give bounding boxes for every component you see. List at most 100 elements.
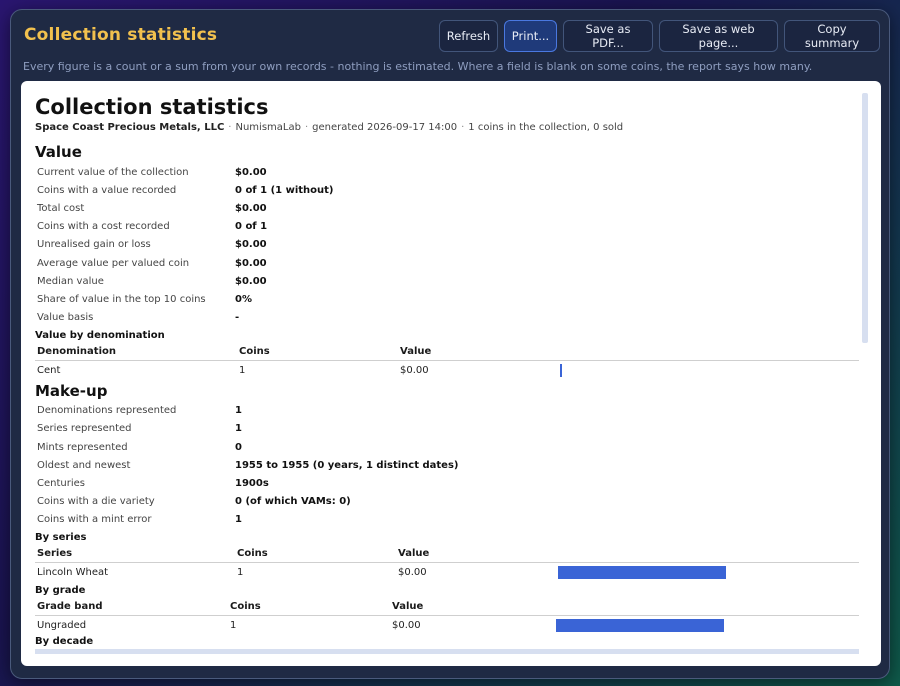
- makeup-section-title: Make-up: [35, 381, 108, 400]
- column-header: Series: [35, 545, 235, 563]
- cell-value: $0.00: [398, 567, 427, 578]
- print-button[interactable]: Print...: [504, 20, 557, 52]
- table-header-row: Denomination Coins Value: [35, 342, 859, 361]
- stat-value: 0%: [235, 293, 252, 305]
- stat-value: $0.00: [235, 257, 267, 269]
- stat-label: Mints represented: [37, 441, 128, 453]
- stat-row: Denominations represented 1: [35, 402, 859, 420]
- stat-row: Current value of the collection $0.00: [35, 163, 859, 181]
- save-web-page-button[interactable]: Save as web page...: [659, 20, 778, 52]
- report-view[interactable]: Collection statistics Space Coast Precio…: [21, 81, 881, 666]
- refresh-button[interactable]: Refresh: [439, 20, 498, 52]
- by-series-title: By series: [35, 532, 87, 543]
- cell-name: Ungraded: [37, 620, 87, 631]
- stat-row: Coins with a cost recorded 0 of 1: [35, 218, 859, 236]
- stat-row: Coins with a die variety 0 (of which VAMs…: [35, 493, 859, 511]
- stat-row: Coins with a mint error 1: [35, 511, 859, 529]
- value-stats-table: Current value of the collection $0.00 Coin…: [35, 163, 859, 327]
- column-header: Coins: [237, 342, 398, 361]
- cell-value: $0.00: [400, 364, 429, 376]
- stat-value: 0 of 1 (1 without): [235, 184, 334, 196]
- share-cell: [554, 616, 859, 636]
- by-denomination-title: Value by denomination: [35, 329, 165, 341]
- stat-value: 1955 to 1955 (0 years, 1 distinct dates): [235, 459, 459, 471]
- share-cell: [556, 563, 859, 583]
- stat-value: 0 (of which VAMs: 0): [235, 496, 351, 508]
- share-bar: [560, 363, 562, 377]
- value-section-title: Value: [35, 143, 82, 161]
- table-header-row: Series Coins Value: [35, 545, 859, 563]
- share-cell: [558, 360, 859, 380]
- stat-row: Series represented 1: [35, 420, 859, 438]
- stat-row: Average value per valued coin $0.00: [35, 254, 859, 272]
- horizontal-scrollbar[interactable]: [35, 649, 859, 654]
- stat-label: Coins with a mint error: [37, 514, 152, 526]
- stat-label: Unrealised gain or loss: [37, 239, 151, 251]
- stat-label: Total cost: [37, 202, 85, 214]
- cell-name: Cent: [37, 364, 61, 376]
- stat-label: Coins with a cost recorded: [37, 221, 170, 233]
- report-app: NumismaLab: [235, 122, 301, 133]
- report-generated: generated 2026-09-17 14:00: [312, 122, 458, 133]
- dialog-subtitle: Every figure is a count or a sum from yo…: [23, 60, 813, 73]
- share-bar: [558, 566, 726, 579]
- stat-label: Oldest and newest: [37, 459, 131, 471]
- table-row: Lincoln Wheat 1 $0.00: [35, 563, 859, 583]
- by-grade-table: Grade band Coins Value Ungraded 1 $0.00: [35, 598, 859, 635]
- vertical-scrollbar[interactable]: [862, 93, 868, 343]
- stat-row: Median value $0.00: [35, 272, 859, 290]
- report-content: Collection statistics Space Coast Precio…: [35, 95, 859, 647]
- stat-row: Share of value in the top 10 coins 0%: [35, 290, 859, 308]
- statistics-dialog: Collection statistics Refresh Print... S…: [10, 9, 890, 679]
- stat-row: Oldest and newest 1955 to 1955 (0 years, …: [35, 456, 859, 474]
- stat-label: Coins with a value recorded: [37, 184, 177, 196]
- stat-label: Value basis: [37, 312, 94, 324]
- stat-row: Centuries 1900s: [35, 474, 859, 492]
- stat-label: Coins with a die variety: [37, 496, 155, 508]
- cell-value: $0.00: [392, 620, 421, 631]
- table-header-row: Grade band Coins Value: [35, 598, 859, 616]
- column-header: Coins: [235, 545, 396, 563]
- column-header: Value: [396, 545, 556, 563]
- column-header: Value: [398, 342, 558, 361]
- stat-value: 1900s: [235, 478, 269, 490]
- by-denomination-table: Denomination Coins Value Cent 1 $0.00: [35, 342, 859, 380]
- stat-row: Unrealised gain or loss $0.00: [35, 236, 859, 254]
- dialog-title: Collection statistics: [24, 25, 218, 45]
- stat-label: Centuries: [37, 478, 85, 490]
- stat-row: Mints represented 0: [35, 438, 859, 456]
- stat-row: Coins with a value recorded 0 of 1 (1 wit…: [35, 181, 859, 199]
- table-row: Cent 1 $0.00: [35, 360, 859, 380]
- column-header: Denomination: [35, 342, 237, 361]
- stat-label: Median value: [37, 275, 104, 287]
- stat-label: Series represented: [37, 423, 132, 435]
- toolbar: Refresh Print... Save as PDF... Save as …: [439, 20, 880, 52]
- stat-value: 1: [235, 405, 242, 417]
- cell-coins: 1: [239, 364, 246, 376]
- stat-label: Share of value in the top 10 coins: [37, 293, 206, 305]
- stat-label: Denominations represented: [37, 405, 177, 417]
- stat-row: Value basis -: [35, 309, 859, 327]
- column-header: Grade band: [35, 598, 228, 616]
- stat-value: -: [235, 312, 240, 324]
- share-bar: [556, 619, 724, 632]
- by-series-table: Series Coins Value Lincoln Wheat 1 $0.00: [35, 545, 859, 582]
- stat-value: 0: [235, 441, 242, 453]
- stat-value: $0.00: [235, 275, 267, 287]
- save-pdf-button[interactable]: Save as PDF...: [563, 20, 653, 52]
- report-meta: Space Coast Precious Metals, LLC · Numisma…: [35, 122, 624, 133]
- makeup-stats-table: Denominations represented 1 Series represe…: [35, 402, 859, 529]
- stat-value: 0 of 1: [235, 221, 268, 233]
- stat-value: $0.00: [235, 202, 267, 214]
- stat-value: $0.00: [235, 166, 267, 178]
- stat-value: 1: [235, 514, 242, 526]
- stat-label: Average value per valued coin: [37, 257, 190, 269]
- cell-coins: 1: [237, 567, 244, 578]
- cell-name: Lincoln Wheat: [37, 567, 109, 578]
- report-heading: Collection statistics: [35, 95, 269, 119]
- copy-summary-button[interactable]: Copy summary: [784, 20, 880, 52]
- column-header: Coins: [228, 598, 390, 616]
- stat-row: Total cost $0.00: [35, 199, 859, 217]
- by-grade-title: By grade: [35, 585, 86, 596]
- stat-value: 1: [235, 423, 242, 435]
